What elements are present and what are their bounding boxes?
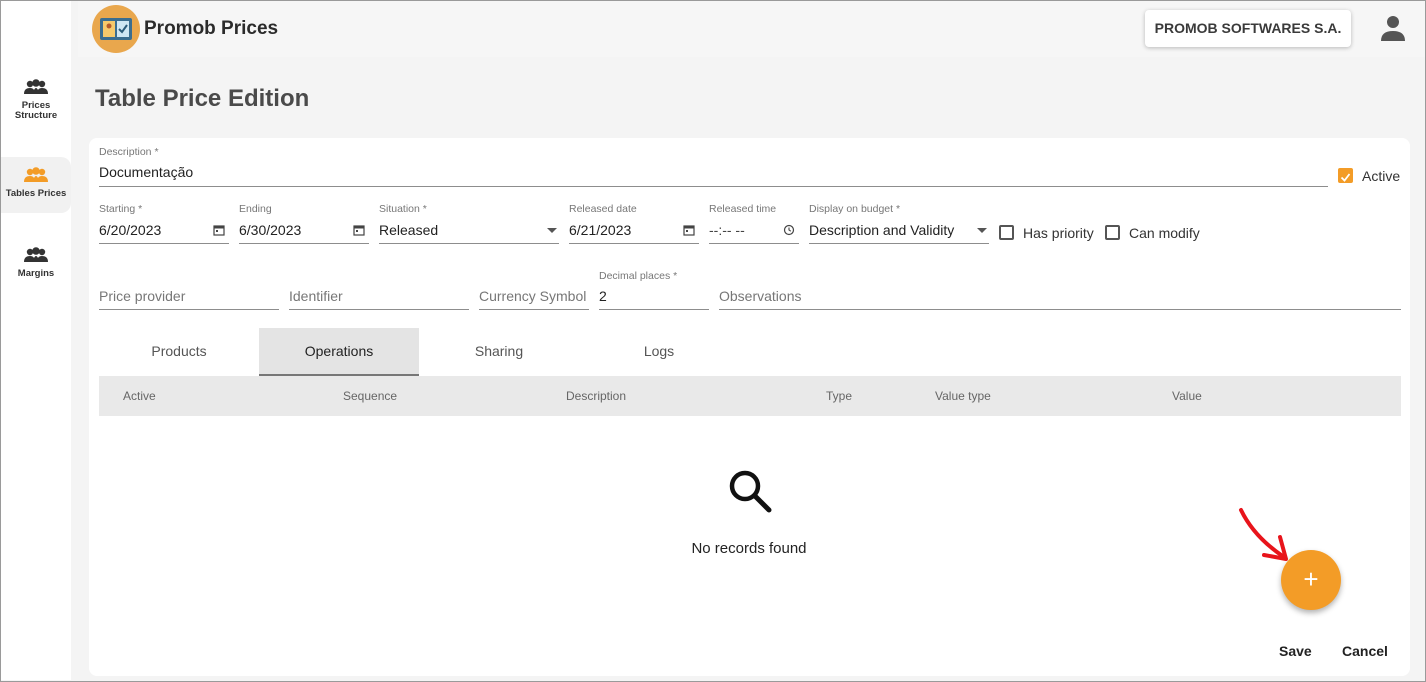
form-card: Description * Documentação Active Starti… xyxy=(89,138,1410,676)
released-time-value: --:-- -- xyxy=(709,222,745,238)
chevron-down-icon xyxy=(547,228,557,233)
app-header: Promob Prices PROMOB SOFTWARES S.A. xyxy=(78,1,1425,57)
field-underline xyxy=(379,243,559,244)
can-modify-label: Can modify xyxy=(1129,225,1200,241)
price-provider-placeholder: Price provider xyxy=(99,288,186,304)
company-button[interactable]: PROMOB SOFTWARES S.A. xyxy=(1145,10,1351,47)
has-priority-checkbox[interactable] xyxy=(999,225,1014,240)
field-underline xyxy=(289,309,469,310)
field-underline xyxy=(709,243,799,244)
clock-icon[interactable] xyxy=(783,224,795,236)
identifier-placeholder: Identifier xyxy=(289,288,343,304)
group-icon xyxy=(23,247,49,265)
released-date-value: 6/21/2023 xyxy=(569,222,632,238)
field-underline xyxy=(569,243,699,244)
sidebar-item-prices-structure[interactable]: Prices Structure xyxy=(1,79,71,135)
account-icon[interactable] xyxy=(1379,14,1407,42)
search-icon xyxy=(729,470,772,513)
currency-symbol-placeholder: Currency Symbol xyxy=(479,288,587,304)
released-date-label: Released date xyxy=(569,203,637,215)
decimal-places-label: Decimal places * xyxy=(599,270,678,282)
sidebar-item-label: Margins xyxy=(17,268,55,279)
field-underline xyxy=(99,243,229,244)
ending-date-field[interactable]: Ending 6/30/2023 xyxy=(239,203,369,245)
identifier-field[interactable]: Identifier xyxy=(289,270,469,310)
tab-sharing[interactable]: Sharing xyxy=(419,328,579,376)
sidebar-item-label: Structure xyxy=(14,110,58,121)
field-underline xyxy=(239,243,369,244)
active-checkbox[interactable] xyxy=(1338,168,1353,183)
chevron-down-icon xyxy=(977,228,987,233)
empty-state-text: No records found xyxy=(691,540,807,557)
column-header-type[interactable]: Type xyxy=(826,389,852,403)
page-title: Table Price Edition xyxy=(95,85,310,112)
display-on-budget-value: Description and Validity xyxy=(809,222,955,238)
app-logo xyxy=(92,5,140,53)
description-label: Description * xyxy=(99,146,159,158)
field-underline xyxy=(809,243,989,244)
field-underline xyxy=(99,309,279,310)
released-time-field[interactable]: Released time --:-- -- xyxy=(709,203,799,245)
starting-date-field[interactable]: Starting * 6/20/2023 xyxy=(99,203,229,245)
tab-logs[interactable]: Logs xyxy=(579,328,739,376)
released-date-field[interactable]: Released date 6/21/2023 xyxy=(569,203,699,245)
observations-field[interactable]: Observations xyxy=(719,270,1401,310)
display-on-budget-select[interactable]: Display on budget * Description and Vali… xyxy=(809,203,989,245)
annotation-arrow-icon xyxy=(1239,508,1288,561)
field-underline xyxy=(99,186,1328,187)
observations-placeholder: Observations xyxy=(719,288,802,304)
situation-label: Situation * xyxy=(379,203,427,215)
tab-operations[interactable]: Operations xyxy=(259,328,419,376)
tab-products[interactable]: Products xyxy=(99,328,259,376)
table-header: Active Sequence Description Type Value t… xyxy=(99,376,1401,416)
starting-value: 6/20/2023 xyxy=(99,222,162,238)
calendar-icon[interactable] xyxy=(683,224,695,236)
starting-label: Starting * xyxy=(99,203,143,215)
decimal-places-value: 2 xyxy=(599,288,607,304)
cancel-button[interactable]: Cancel xyxy=(1342,643,1388,659)
column-header-active[interactable]: Active xyxy=(123,389,156,403)
active-label: Active xyxy=(1362,168,1401,184)
app-title: Promob Prices xyxy=(144,18,279,39)
display-on-budget-label: Display on budget * xyxy=(809,203,901,215)
group-icon xyxy=(23,167,49,185)
situation-select[interactable]: Situation * Released xyxy=(379,203,559,245)
check-icon xyxy=(1340,173,1351,182)
column-header-value-type[interactable]: Value type xyxy=(935,389,991,403)
calendar-icon[interactable] xyxy=(213,224,225,236)
currency-symbol-field[interactable]: Currency Symbol xyxy=(479,270,589,310)
has-priority-label: Has priority xyxy=(1023,225,1094,241)
sidebar: Prices Structure Tables Prices Margins xyxy=(1,1,71,680)
column-header-sequence[interactable]: Sequence xyxy=(343,389,397,403)
column-header-value[interactable]: Value xyxy=(1172,389,1202,403)
description-field[interactable]: Description * Documentação xyxy=(99,146,1328,188)
sidebar-item-label: Tables Prices xyxy=(5,188,67,199)
price-provider-field[interactable]: Price provider xyxy=(99,270,279,310)
column-header-description[interactable]: Description xyxy=(566,389,626,403)
ending-value: 6/30/2023 xyxy=(239,222,302,238)
field-underline xyxy=(599,309,709,310)
save-button[interactable]: Save xyxy=(1279,643,1312,659)
sidebar-item-margins[interactable]: Margins xyxy=(1,247,71,303)
description-value: Documentação xyxy=(99,164,194,180)
decimal-places-field[interactable]: Decimal places * 2 xyxy=(599,270,709,310)
field-underline xyxy=(479,309,589,310)
situation-value: Released xyxy=(379,222,439,238)
group-icon xyxy=(23,79,49,97)
ending-label: Ending xyxy=(239,203,272,215)
can-modify-checkbox[interactable] xyxy=(1105,225,1120,240)
calendar-icon[interactable] xyxy=(353,224,365,236)
sidebar-item-tables-prices[interactable]: Tables Prices xyxy=(1,157,71,213)
released-time-label: Released time xyxy=(709,203,777,215)
field-underline xyxy=(719,309,1401,310)
